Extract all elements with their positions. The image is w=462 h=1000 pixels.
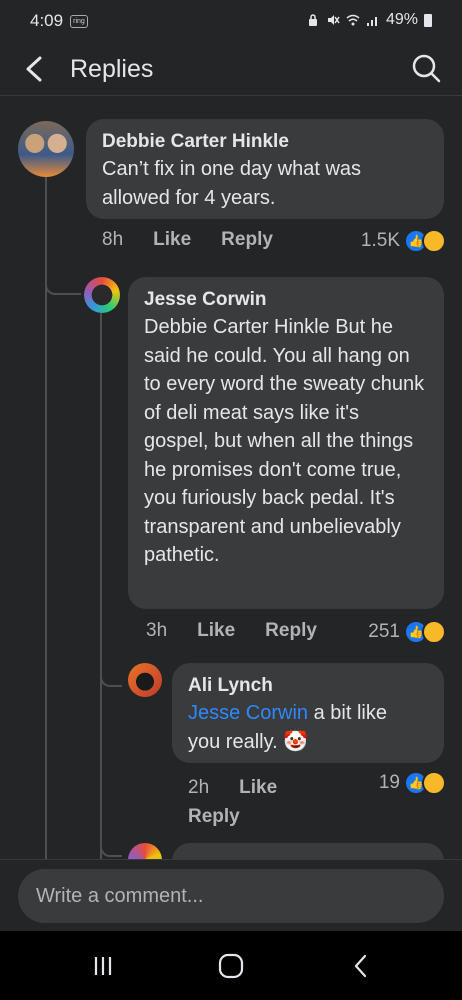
comment-actions: 3h Like Reply — [146, 620, 347, 642]
comment-author[interactable]: Ali Lynch — [188, 673, 428, 699]
haha-reaction-icon — [422, 229, 446, 253]
reaction-icons: 👍 — [404, 229, 446, 253]
avatar[interactable] — [18, 121, 74, 177]
back-arrow-icon[interactable] — [20, 52, 50, 86]
header: Replies — [0, 44, 462, 96]
reaction-count: 19 — [378, 772, 400, 793]
comment-text: Debbie Carter Hinkle But he said he coul… — [144, 316, 425, 566]
reaction-icons: 👍 — [404, 771, 446, 795]
avatar[interactable] — [84, 277, 120, 313]
reaction-summary[interactable]: 19 👍 — [379, 771, 446, 795]
comment-bubble[interactable]: Debbie Carter Hinkle Can’t fix in one da… — [86, 119, 444, 219]
search-icon[interactable] — [410, 52, 442, 84]
reply-button[interactable]: Reply — [221, 229, 273, 251]
home-icon[interactable] — [216, 951, 246, 981]
ring-app-icon: ring — [70, 15, 88, 28]
thread-connector — [100, 817, 122, 857]
reaction-count: 1.5K — [360, 230, 400, 251]
comment-text: Jesse Corwin a bit like you really. 🤡 — [188, 699, 428, 756]
mute-icon — [327, 15, 340, 25]
haha-reaction-icon — [422, 620, 446, 644]
battery-icon — [424, 13, 432, 27]
mention-link[interactable]: Jesse Corwin — [188, 702, 308, 724]
comment-text: Can’t fix in one day what was allowed fo… — [102, 158, 362, 209]
status-time: 4:09 — [30, 11, 64, 30]
like-button[interactable]: Like — [239, 773, 277, 802]
comment-bubble[interactable]: Ali Lynch Jesse Corwin a bit like you rea… — [172, 663, 444, 763]
comment-text-part: you really. — [188, 730, 278, 753]
status-indicators: 49% — [306, 11, 432, 29]
reply-button[interactable]: Reply — [188, 802, 240, 831]
comment-author[interactable]: Debbie Carter Hinkle — [102, 129, 428, 155]
comment-time: 8h — [102, 229, 124, 250]
status-bar: 4:09 ring 49% — [0, 0, 462, 44]
comment-text-part: a bit like — [308, 702, 387, 724]
composer: Write a comment... — [0, 859, 462, 931]
thread-connector — [100, 647, 122, 687]
comment-author[interactable]: Jesse Corwin — [144, 287, 428, 313]
comment-time: 3h — [146, 620, 168, 641]
reply-button[interactable]: Reply — [265, 620, 317, 642]
clown-emoji: 🤡 — [283, 730, 309, 753]
thread-line — [100, 313, 102, 860]
reaction-summary[interactable]: 1.5K 👍 — [361, 229, 446, 253]
avatar[interactable] — [128, 843, 162, 860]
like-button[interactable]: Like — [153, 229, 191, 251]
comment-time: 2h — [188, 777, 210, 798]
comment-actions: 8h Like Reply — [102, 229, 303, 251]
reaction-icons: 👍 — [404, 620, 446, 644]
comment-actions: 2h Like Reply — [188, 773, 308, 831]
battery-percent: 49% — [385, 11, 418, 28]
reaction-count: 251 — [368, 621, 400, 642]
lock-icon — [308, 14, 317, 26]
thread-connector — [45, 257, 81, 295]
comment-input[interactable]: Write a comment... — [18, 869, 444, 923]
comment-bubble[interactable] — [172, 843, 444, 860]
back-icon[interactable] — [346, 951, 376, 981]
system-nav-bar — [0, 931, 462, 1000]
recents-icon[interactable] — [88, 951, 118, 981]
comment-thread[interactable]: Debbie Carter Hinkle Can’t fix in one da… — [0, 97, 462, 860]
haha-reaction-icon — [422, 771, 446, 795]
comment-bubble[interactable]: Jesse Corwin Debbie Carter Hinkle But he… — [128, 277, 444, 609]
avatar[interactable] — [128, 663, 162, 697]
page-title: Replies — [70, 55, 154, 83]
signal-icon — [366, 17, 377, 26]
reaction-summary[interactable]: 251 👍 — [368, 620, 446, 644]
like-button[interactable]: Like — [197, 620, 235, 642]
wifi-icon — [346, 14, 360, 26]
